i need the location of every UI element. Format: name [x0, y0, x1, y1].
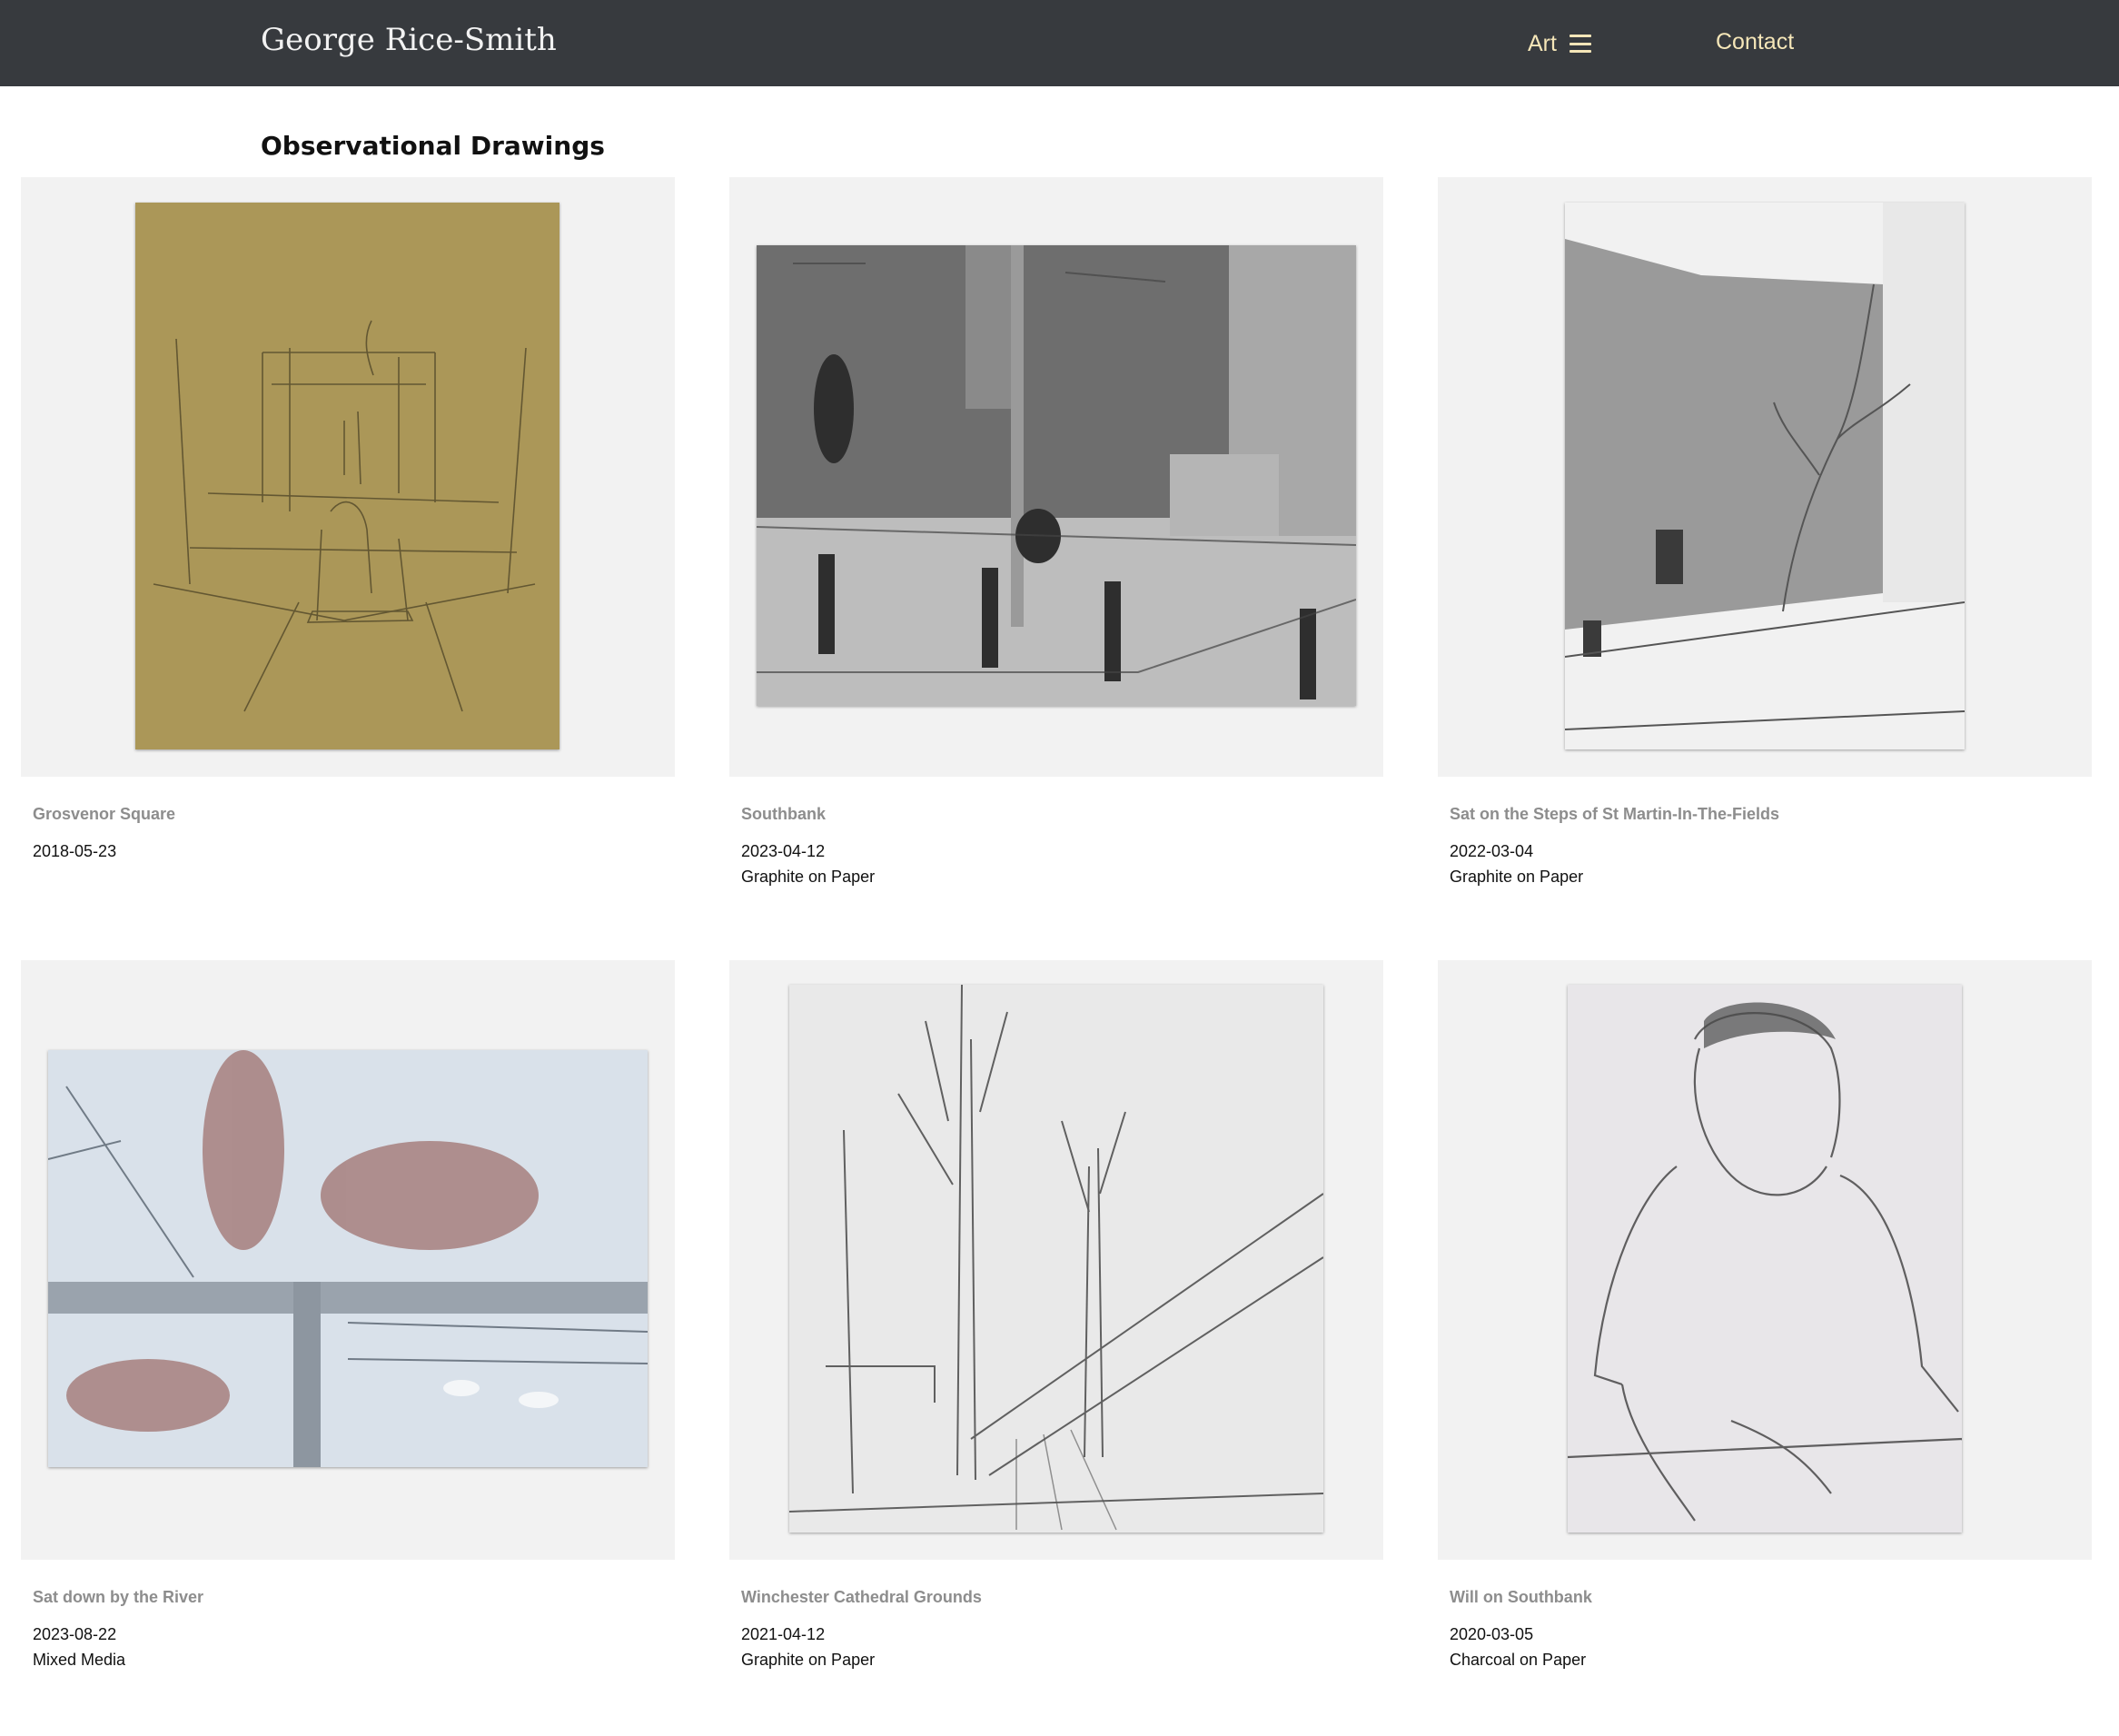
artwork-image	[1568, 985, 1962, 1533]
artwork-thumbnail-frame[interactable]	[1438, 960, 2092, 1560]
artwork-caption: Southbank 2023-04-12 Graphite on Paper	[729, 777, 1383, 889]
artwork-title[interactable]: Winchester Cathedral Grounds	[741, 1587, 1383, 1607]
artwork-thumbnail-frame[interactable]	[1438, 177, 2092, 777]
artwork-card: Will on Southbank 2020-03-05 Charcoal on…	[1438, 960, 2092, 1672]
artwork-date: 2018-05-23	[33, 842, 117, 860]
artwork-image	[135, 203, 559, 749]
artwork-title[interactable]: Sat on the Steps of St Martin-In-The-Fie…	[1450, 804, 2092, 824]
artwork-title[interactable]: Southbank	[741, 804, 1383, 824]
artwork-thumbnail-frame[interactable]	[21, 177, 675, 777]
artwork-date: 2020-03-05	[1450, 1625, 1534, 1643]
artwork-date: 2023-08-22	[33, 1625, 117, 1643]
artwork-title[interactable]: Will on Southbank	[1450, 1587, 2092, 1607]
artwork-card: Sat on the Steps of St Martin-In-The-Fie…	[1438, 177, 2092, 889]
artwork-caption: Will on Southbank 2020-03-05 Charcoal on…	[1438, 1560, 2092, 1672]
artwork-title[interactable]: Grosvenor Square	[33, 804, 675, 824]
artwork-date: 2021-04-12	[741, 1625, 826, 1643]
page-title: Observational Drawings	[261, 130, 605, 161]
artwork-card: Sat down by the River 2023-08-22 Mixed M…	[21, 960, 675, 1672]
artwork-medium: Graphite on Paper	[1450, 868, 1584, 886]
artwork-image	[757, 245, 1356, 706]
artwork-image	[789, 985, 1323, 1533]
artwork-thumbnail-frame[interactable]	[729, 960, 1383, 1560]
artwork-caption: Winchester Cathedral Grounds 2021-04-12 …	[729, 1560, 1383, 1672]
art-menu-toggle[interactable]: Art	[1528, 27, 1591, 60]
artwork-thumbnail-frame[interactable]	[729, 177, 1383, 777]
artwork-image	[1565, 203, 1965, 749]
contact-link[interactable]: Contact	[1716, 29, 1794, 55]
artwork-date: 2023-04-12	[741, 842, 826, 860]
hamburger-menu-icon	[1569, 35, 1591, 53]
artwork-card: Grosvenor Square 2018-05-23	[21, 177, 675, 864]
artwork-card: Southbank 2023-04-12 Graphite on Paper	[729, 177, 1383, 889]
art-menu-label: Art	[1528, 30, 1557, 56]
top-navbar: George Rice-Smith Art Contact	[0, 0, 2119, 86]
artwork-caption: Grosvenor Square 2018-05-23	[21, 777, 675, 864]
artwork-medium: Charcoal on Paper	[1450, 1651, 1587, 1669]
artwork-card: Winchester Cathedral Grounds 2021-04-12 …	[729, 960, 1383, 1672]
site-brand-link[interactable]: George Rice-Smith	[261, 22, 557, 58]
artwork-image	[48, 1050, 648, 1467]
artwork-date: 2022-03-04	[1450, 842, 1534, 860]
artwork-caption: Sat on the Steps of St Martin-In-The-Fie…	[1438, 777, 2092, 889]
artwork-medium: Mixed Media	[33, 1651, 126, 1669]
artwork-medium: Graphite on Paper	[741, 1651, 876, 1669]
artwork-thumbnail-frame[interactable]	[21, 960, 675, 1560]
artwork-medium: Graphite on Paper	[741, 868, 876, 886]
artwork-title[interactable]: Sat down by the River	[33, 1587, 675, 1607]
artwork-caption: Sat down by the River 2023-08-22 Mixed M…	[21, 1560, 675, 1672]
